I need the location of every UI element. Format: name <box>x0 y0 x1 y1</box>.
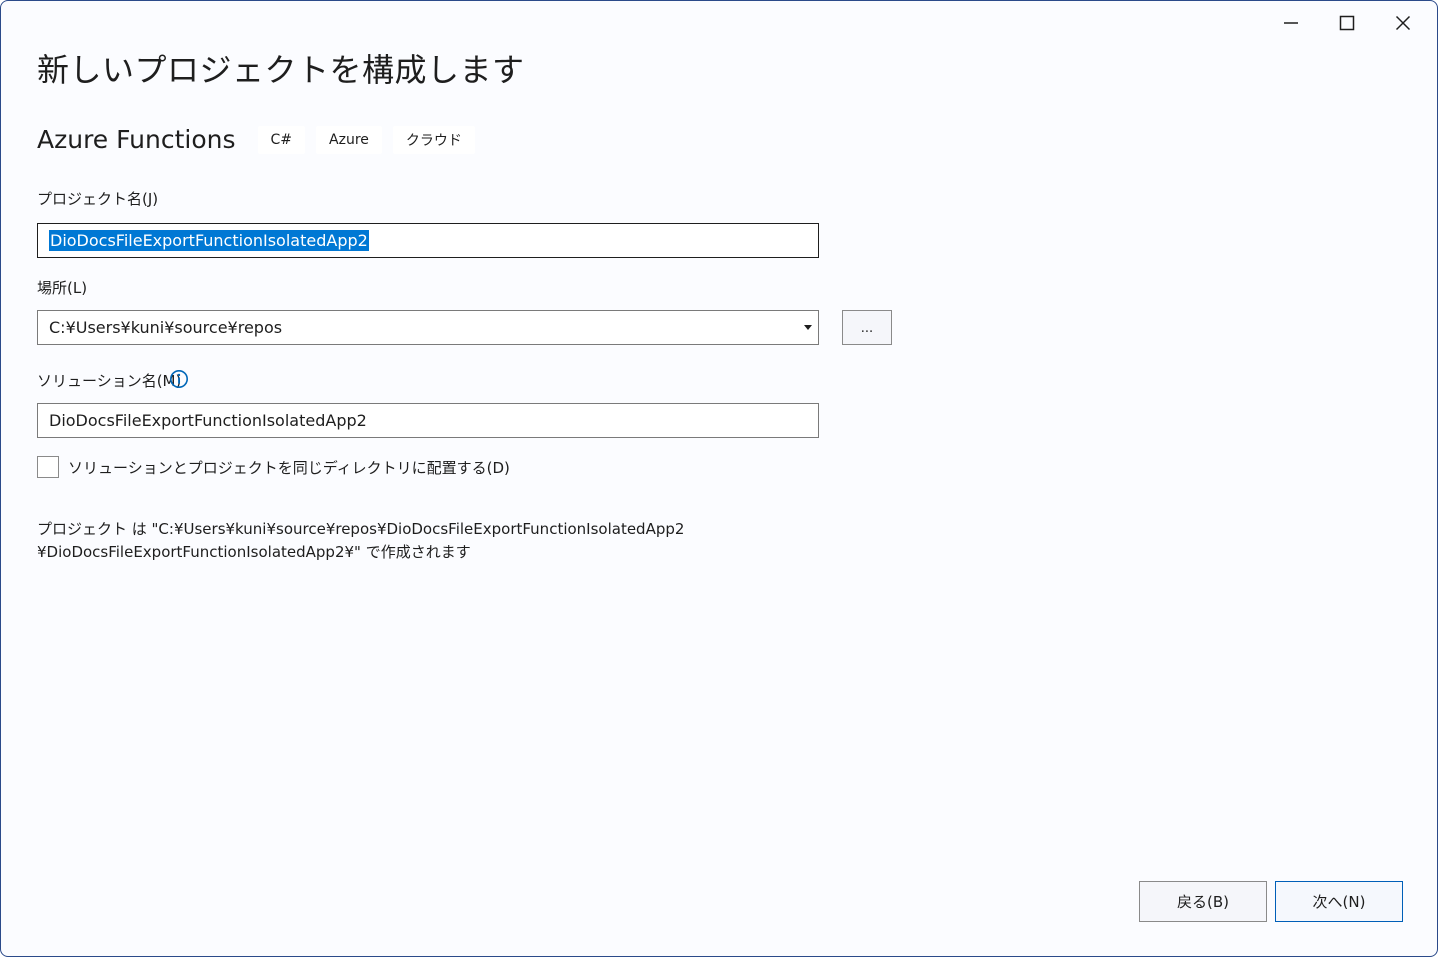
close-button[interactable] <box>1375 7 1431 39</box>
browse-button[interactable]: ... <box>842 310 892 345</box>
location-value: C:¥Users¥kuni¥source¥repos <box>49 318 283 337</box>
tag-csharp: C# <box>257 125 306 154</box>
template-name: Azure Functions <box>37 125 236 154</box>
same-directory-checkbox[interactable] <box>37 456 59 478</box>
minimize-icon <box>1284 22 1298 24</box>
info-icon[interactable] <box>169 369 189 389</box>
maximize-icon <box>1339 15 1355 31</box>
window-controls <box>1263 7 1431 39</box>
same-directory-label: ソリューションとプロジェクトを同じディレクトリに配置する(D) <box>68 458 510 477</box>
same-directory-option[interactable]: ソリューションとプロジェクトを同じディレクトリに配置する(D) <box>37 456 510 478</box>
next-button[interactable]: 次へ(N) <box>1275 881 1403 922</box>
project-name-input[interactable]: DioDocsFileExportFunctionIsolatedApp2 <box>37 223 819 258</box>
chevron-down-icon[interactable] <box>804 325 812 330</box>
configure-project-dialog: 新しいプロジェクトを構成します Azure Functions C# Azure… <box>0 0 1438 957</box>
template-info: Azure Functions C# Azure クラウド <box>37 125 486 154</box>
location-label: 場所(L) <box>37 279 88 297</box>
location-combobox[interactable]: C:¥Users¥kuni¥source¥repos <box>37 310 819 345</box>
solution-name-label: ソリューション名(M) <box>37 372 182 390</box>
project-name-value: DioDocsFileExportFunctionIsolatedApp2 <box>49 230 369 251</box>
tag-cloud: クラウド <box>392 125 475 154</box>
minimize-button[interactable] <box>1263 7 1319 39</box>
project-path-note: プロジェクト は "C:¥Users¥kuni¥source¥repos¥Dio… <box>37 518 684 564</box>
project-path-line-2: ¥DioDocsFileExportFunctionIsolatedApp2¥"… <box>37 543 471 561</box>
page-title: 新しいプロジェクトを構成します <box>37 51 525 89</box>
close-icon <box>1395 15 1411 31</box>
solution-name-input[interactable]: DioDocsFileExportFunctionIsolatedApp2 <box>37 403 819 438</box>
project-path-line-1: プロジェクト は "C:¥Users¥kuni¥source¥repos¥Dio… <box>37 520 685 538</box>
solution-name-value: DioDocsFileExportFunctionIsolatedApp2 <box>49 411 367 430</box>
back-button[interactable]: 戻る(B) <box>1139 881 1267 922</box>
maximize-button[interactable] <box>1319 7 1375 39</box>
tag-azure: Azure <box>316 125 382 154</box>
project-name-label: プロジェクト名(J) <box>37 190 159 208</box>
